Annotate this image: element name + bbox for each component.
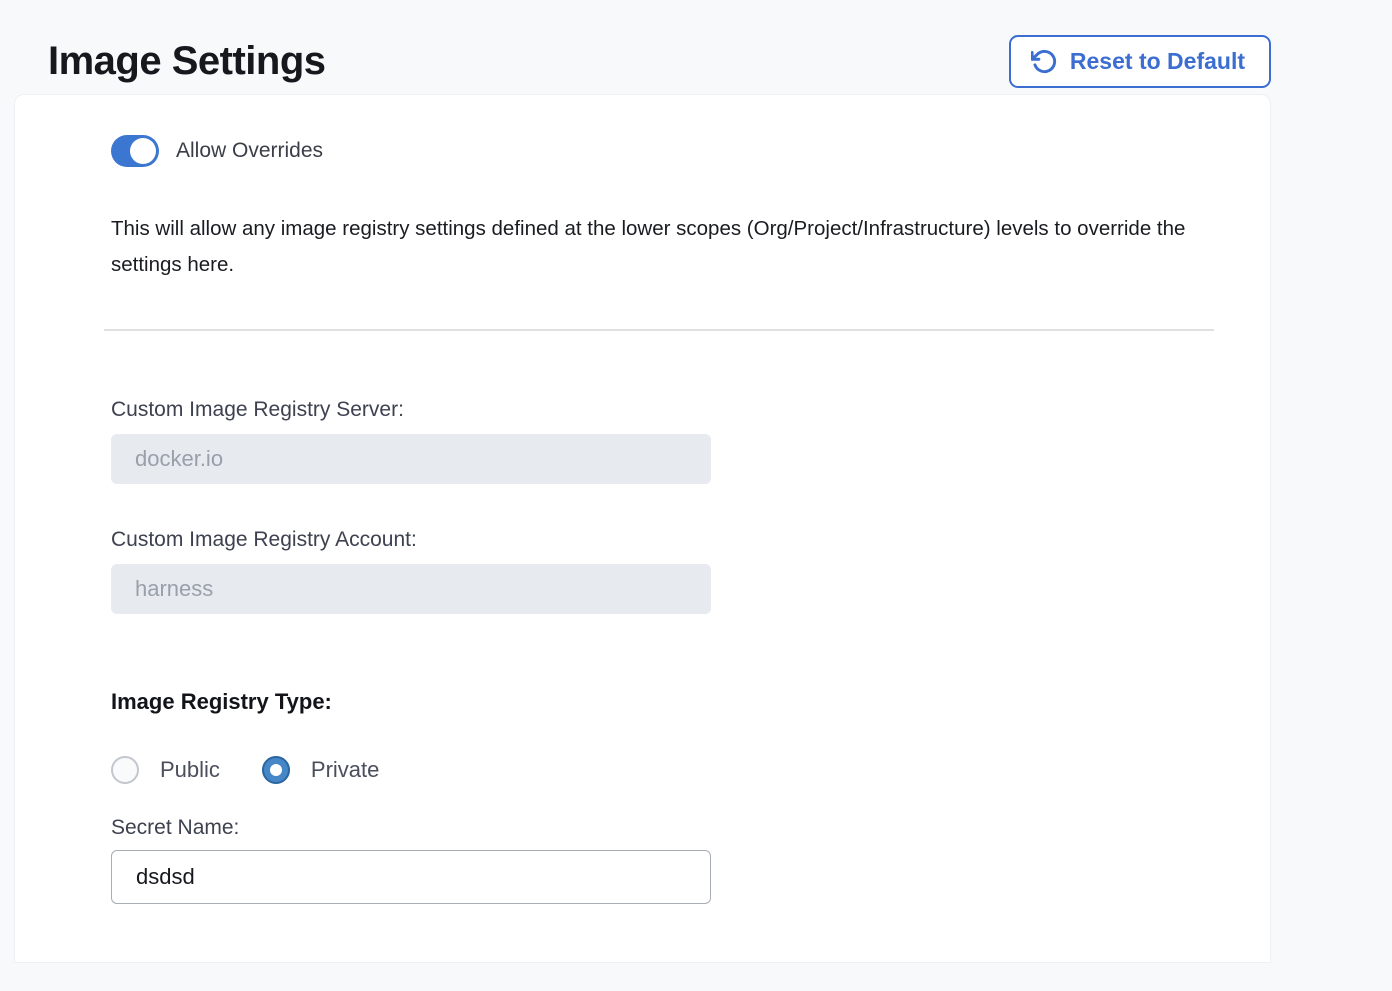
allow-overrides-row: Allow Overrides: [111, 135, 1270, 167]
page-title: Image Settings: [48, 39, 326, 84]
secret-name-input[interactable]: [111, 850, 711, 904]
registry-type-radio-group: Public Private: [111, 756, 1270, 784]
radio-label-public: Public: [160, 757, 220, 783]
radio-circle-public[interactable]: [111, 756, 139, 784]
server-field-label: Custom Image Registry Server:: [111, 397, 1270, 423]
section-divider: [104, 329, 1214, 331]
rotate-ccw-icon: [1031, 48, 1058, 75]
server-input[interactable]: [111, 434, 711, 484]
radio-option-private[interactable]: Private: [262, 756, 379, 784]
account-field-label: Custom Image Registry Account:: [111, 527, 1270, 553]
settings-card: Allow Overrides This will allow any imag…: [14, 94, 1271, 963]
secret-field-label: Secret Name:: [111, 815, 1270, 841]
registry-type-label: Image Registry Type:: [111, 689, 1270, 715]
account-input[interactable]: [111, 564, 711, 614]
reset-button-label: Reset to Default: [1070, 50, 1245, 73]
page-header: Image Settings Reset to Default: [0, 0, 1392, 94]
radio-label-private: Private: [311, 757, 379, 783]
overrides-description: This will allow any image registry setti…: [111, 211, 1226, 283]
allow-overrides-label: Allow Overrides: [176, 139, 323, 163]
radio-option-public[interactable]: Public: [111, 756, 220, 784]
toggle-knob: [130, 138, 156, 164]
radio-circle-private[interactable]: [262, 756, 290, 784]
reset-to-default-button[interactable]: Reset to Default: [1009, 35, 1271, 88]
allow-overrides-toggle[interactable]: [111, 135, 159, 167]
